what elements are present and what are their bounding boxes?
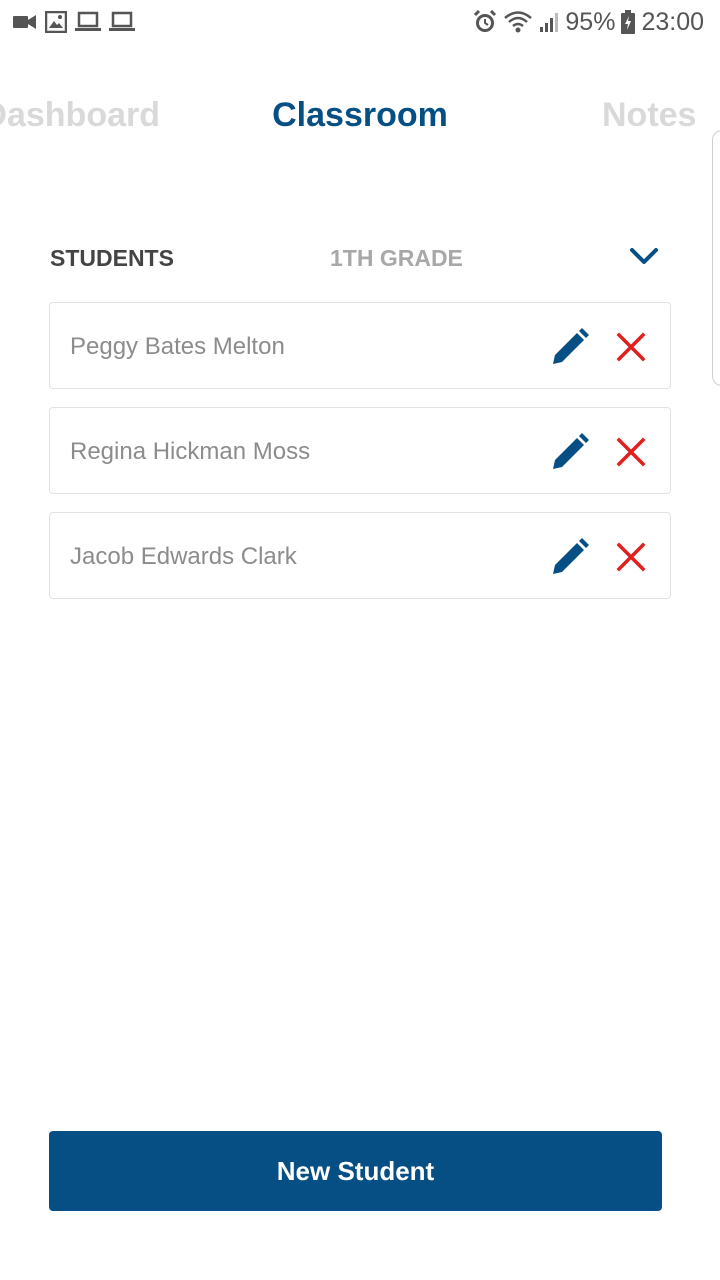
status-bar: 95% 23:00 — [0, 0, 720, 44]
grade-selected-value: 1TH GRADE — [330, 245, 463, 271]
students-header: STUDENTS 1TH GRADE — [50, 240, 670, 276]
student-card: Regina Hickman Moss — [49, 407, 671, 494]
next-page-edge — [712, 130, 720, 386]
delete-student-button[interactable] — [612, 433, 650, 471]
student-name: Jacob Edwards Clark — [70, 543, 297, 570]
new-student-button[interactable]: New Student — [49, 1131, 662, 1211]
close-icon — [612, 433, 650, 471]
alarm-icon — [473, 10, 497, 34]
laptop-icon — [75, 11, 101, 33]
clock: 23:00 — [641, 8, 704, 36]
close-icon — [612, 328, 650, 366]
edit-student-button[interactable] — [550, 537, 590, 577]
battery-percentage: 95% — [565, 8, 616, 36]
cell-signal-icon — [539, 11, 559, 33]
pencil-icon — [550, 537, 590, 577]
status-bar-system: 95% 23:00 — [473, 6, 704, 38]
tab-notes[interactable]: Notes — [602, 90, 696, 140]
laptop-icon — [109, 11, 135, 33]
close-icon — [612, 538, 650, 576]
grade-dropdown[interactable]: 1TH GRADE — [330, 240, 670, 276]
student-list: Peggy Bates Melton Regina Hickman Moss J… — [49, 302, 671, 617]
pencil-icon — [550, 327, 590, 367]
edit-student-button[interactable] — [550, 432, 590, 472]
student-card: Peggy Bates Melton — [49, 302, 671, 389]
student-card: Jacob Edwards Clark — [49, 512, 671, 599]
student-name: Peggy Bates Melton — [70, 333, 285, 360]
image-icon — [45, 11, 67, 33]
edit-student-button[interactable] — [550, 327, 590, 367]
chevron-down-icon — [628, 244, 660, 273]
delete-student-button[interactable] — [612, 538, 650, 576]
students-label: STUDENTS — [50, 245, 174, 271]
wifi-icon — [503, 10, 533, 34]
pencil-icon — [550, 432, 590, 472]
video-call-icon — [13, 14, 37, 30]
status-bar-notifications — [13, 8, 135, 36]
battery-icon — [621, 10, 636, 34]
student-name: Regina Hickman Moss — [70, 438, 311, 465]
delete-student-button[interactable] — [612, 328, 650, 366]
tab-bar: Dashboard Classroom Notes — [0, 90, 720, 142]
